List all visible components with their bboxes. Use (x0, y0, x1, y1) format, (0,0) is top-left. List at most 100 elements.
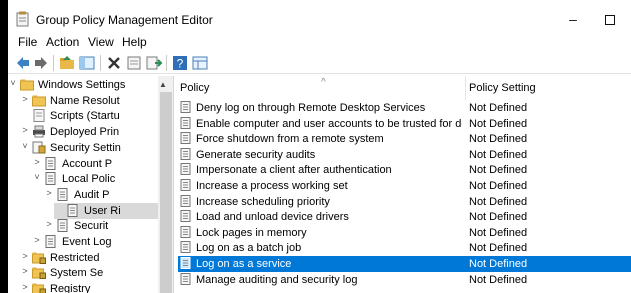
policy-setting: Not Defined (469, 148, 528, 161)
tree-item-event-log[interactable]: ˃ Event Log (32, 234, 158, 250)
policy-name: Impersonate a client after authenticatio… (196, 164, 392, 177)
policy-item-icon (180, 101, 191, 113)
menu-help[interactable]: Help (122, 35, 147, 49)
policy-row[interactable]: Generate security audits Not Defined (178, 147, 631, 163)
window-title: Group Policy Management Editor (36, 13, 213, 27)
policy-row[interactable]: Impersonate a client after authenticatio… (178, 162, 631, 178)
tree-item-label: Security Settin (50, 141, 121, 154)
toolbar-separator (166, 55, 167, 71)
policy-name: Deny log on through Remote Desktop Servi… (196, 102, 426, 114)
chevron-right-icon[interactable]: ˃ (20, 94, 30, 104)
help-icon[interactable]: ? (171, 54, 189, 72)
tree-item-label: System Se (50, 267, 104, 280)
policy-setting: Not Defined (469, 179, 528, 192)
policy-row[interactable]: Log on as a service Not Defined (178, 255, 631, 272)
tree-item-label: Scripts (Startu (50, 110, 120, 123)
properties-icon[interactable] (125, 54, 143, 72)
policy-row[interactable]: Load and unload device drivers Not Define… (178, 209, 631, 225)
policy-row[interactable]: Lock pages in memory Not Defined (178, 225, 631, 241)
tree-item-label: Windows Settings (38, 79, 126, 91)
gpme-window: Group Policy Management Editor – File Ac… (8, 0, 631, 293)
tree-item-account-p[interactable]: ˃ Account P (32, 156, 158, 172)
chevron-right-icon[interactable]: ˃ (44, 219, 54, 229)
policy-row[interactable]: Enable computer and user accounts to be … (178, 116, 631, 132)
tree-item-label: User Ri (84, 204, 121, 217)
chevron-right-icon[interactable]: ˃ (20, 251, 30, 261)
tree-item-label: Event Log (62, 236, 112, 248)
chevron-right-icon[interactable]: ˃ (44, 188, 54, 198)
policy-item-icon (180, 241, 191, 254)
chevron-down-icon[interactable]: ˅ (8, 78, 18, 88)
tree-item-windows-settings[interactable]: ˅ Windows Settings (8, 77, 158, 93)
policy-icon (57, 219, 68, 233)
export-list-icon[interactable] (145, 54, 163, 72)
policy-item-icon (180, 256, 191, 269)
chevron-right-icon[interactable]: ˃ (32, 235, 42, 245)
tree-item-restricted[interactable]: ˃ Restricted (20, 250, 158, 266)
policy-item-icon (180, 225, 191, 238)
policy-icon (57, 187, 68, 201)
policy-name: Manage auditing and security log (196, 273, 358, 286)
tree-item-label: Name Resolut (50, 94, 120, 107)
policy-row[interactable]: Deny log on through Remote Desktop Servi… (178, 100, 631, 116)
menu-file[interactable]: File (18, 35, 37, 49)
policy-name: Force shutdown from a remote system (196, 133, 384, 146)
chevron-right-icon[interactable]: ˃ (32, 157, 42, 167)
tree-scrollbar-thumb[interactable] (160, 92, 172, 293)
tree-item-security-settin[interactable]: ˅ Security Settin (20, 140, 158, 156)
tree-item-system-se[interactable]: ˃ System Se (20, 265, 158, 281)
policy-setting: Not Defined (469, 164, 528, 177)
column-header-policy[interactable]: ^ Policy (178, 76, 466, 100)
tree-item-label: Local Polic (62, 173, 116, 186)
menu-view[interactable]: View (88, 35, 114, 49)
tree-item-label: Registry (50, 283, 91, 293)
policy-setting: Not Defined (469, 133, 528, 146)
tree-item-local-polic[interactable]: ˅ Local Polic (32, 171, 158, 187)
chevron-right-icon[interactable]: ˃ (20, 282, 30, 292)
scroll-up-icon[interactable]: ▲ (159, 80, 167, 89)
show-hide-tree-icon[interactable] (78, 54, 96, 72)
policy-name: Enable computer and user accounts to be … (196, 117, 462, 130)
tree-item-audit-p[interactable]: ˃ Audit P (44, 187, 158, 203)
tree-item-securit[interactable]: ˃ Securit (44, 218, 158, 234)
up-folder-icon[interactable] (58, 54, 76, 72)
view-icon[interactable] (191, 54, 209, 72)
minimize-button[interactable]: – (553, 8, 593, 32)
policy-row[interactable]: Force shutdown from a remote system Not D… (178, 131, 631, 147)
tree-item-scripts-startu[interactable]: Scripts (Startu (20, 108, 158, 124)
tree-item-registry[interactable]: ˃ Registry (20, 281, 158, 293)
chevron-down-icon[interactable]: ˅ (20, 141, 30, 151)
toolbar-separator (100, 55, 101, 71)
policy-item-icon (180, 132, 191, 145)
policy-icon (45, 235, 56, 248)
policy-icon (45, 172, 56, 186)
folder-lock-icon (32, 252, 46, 264)
policy-name: Log on as a batch job (196, 242, 302, 255)
maximize-button[interactable] (590, 8, 630, 32)
chevron-right-icon[interactable]: ˃ (20, 266, 30, 276)
policy-row[interactable]: Increase scheduling priority Not Defined (178, 194, 631, 210)
title-bar: Group Policy Management Editor – (8, 8, 631, 32)
policy-icon (67, 203, 78, 217)
policy-row[interactable]: Manage auditing and security log Not Defi… (178, 272, 631, 288)
details-pane: ^ Policy Policy Setting Deny log on thro… (178, 76, 631, 293)
menu-bar: File Action View Help (8, 33, 631, 52)
chevron-right-icon[interactable]: ˃ (20, 125, 30, 135)
policy-row[interactable]: Increase a process working set Not Define… (178, 178, 631, 194)
policy-row[interactable]: Log on as a batch job Not Defined (178, 240, 631, 256)
tree-item-label: Account P (62, 157, 113, 170)
back-icon[interactable] (14, 54, 32, 72)
tree-item-name-resolut[interactable]: ˃ Name Resolut (20, 93, 158, 109)
policy-icon (45, 156, 56, 170)
tree-item-user-ri[interactable]: User Ri (54, 202, 168, 219)
policy-name: Lock pages in memory (196, 226, 307, 239)
tree-item-deployed-prin[interactable]: ˃ Deployed Prin (20, 124, 158, 140)
menu-action[interactable]: Action (46, 35, 79, 49)
chevron-down-icon[interactable]: ˅ (32, 172, 42, 182)
column-header-setting[interactable]: Policy Setting (467, 76, 631, 100)
delete-icon[interactable] (105, 54, 123, 72)
forward-icon[interactable] (32, 54, 50, 72)
folder-lock-icon (32, 283, 46, 293)
column-header-policy-label: Policy (180, 82, 210, 94)
policy-item-icon (180, 272, 191, 285)
